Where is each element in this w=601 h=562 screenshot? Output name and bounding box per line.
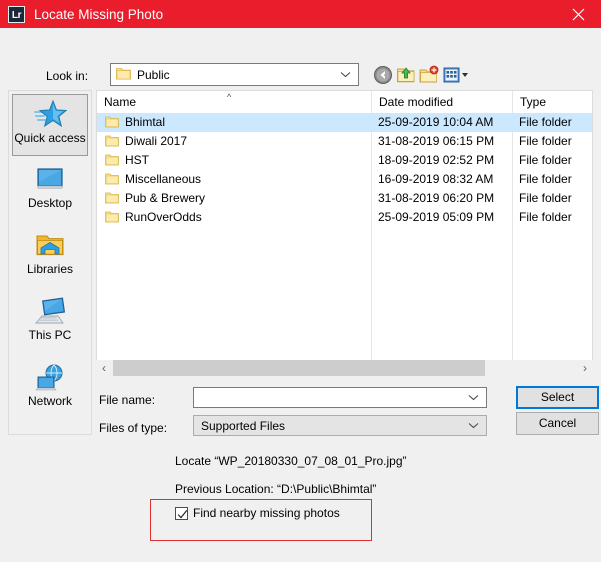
file-name-input[interactable] [193, 387, 487, 408]
look-in-value: Public [137, 67, 170, 82]
file-date: 25-09-2019 10:04 AM [378, 115, 494, 129]
find-nearby-missing-photos-label: Find nearby missing photos [193, 506, 340, 520]
file-type: File folder [519, 153, 572, 167]
sidebar-item-desktop[interactable]: Desktop [12, 160, 88, 222]
up-folder-icon [397, 67, 415, 83]
back-button[interactable] [373, 65, 393, 85]
new-folder-icon [419, 65, 439, 83]
file-name: Miscellaneous [125, 172, 202, 186]
sidebar-label: Network [27, 394, 72, 408]
computer-icon [12, 292, 88, 328]
title-bar: Lr Locate Missing Photo [0, 0, 601, 28]
horizontal-scrollbar[interactable]: ‹ › [96, 360, 593, 376]
file-name: HST [125, 153, 149, 167]
file-name-label: File name: [99, 393, 156, 407]
column-header-date-modified[interactable]: Date modified [371, 91, 512, 113]
scroll-left-arrow-icon[interactable]: ‹ [96, 360, 112, 376]
column-header-type[interactable]: Type [512, 91, 592, 113]
file-type: File folder [519, 172, 572, 186]
scroll-right-arrow-icon[interactable]: › [577, 360, 593, 376]
find-nearby-missing-photos-checkbox[interactable] [175, 506, 188, 520]
window-title: Locate Missing Photo [34, 6, 164, 22]
file-name: RunOverOdds [125, 210, 202, 224]
sidebar-item-network[interactable]: Network [12, 358, 88, 420]
close-icon [572, 8, 585, 20]
file-date: 31-08-2019 06:20 PM [378, 191, 495, 205]
locate-message: Locate “WP_20180330_07_08_01_Pro.jpg” [175, 454, 407, 468]
files-of-type-value: Supported Files [201, 418, 286, 433]
file-name: Diwali 2017 [125, 134, 188, 148]
views-icon [443, 67, 468, 83]
monitor-icon [12, 160, 88, 196]
table-row[interactable]: Diwali 2017 31-08-2019 06:15 PM File fol… [97, 132, 592, 151]
look-in-label: Look in: [46, 69, 89, 83]
file-dialog: Look in: Public Quick access Desktop Lib… [0, 28, 601, 562]
table-row[interactable]: Bhimtal 25-09-2019 10:04 AM File folder [97, 113, 592, 132]
sidebar-item-quick-access[interactable]: Quick access [12, 94, 88, 156]
files-of-type-select[interactable]: Supported Files [193, 415, 487, 436]
folder-icon [116, 67, 131, 83]
look-in-combobox[interactable]: Public [110, 63, 359, 86]
sidebar-item-this-pc[interactable]: This PC [12, 292, 88, 354]
close-button[interactable] [556, 0, 601, 28]
sidebar-label: Quick access [14, 131, 86, 145]
new-folder-button[interactable] [419, 65, 439, 85]
places-bar: Quick access Desktop Libraries This PC N… [8, 90, 92, 435]
sidebar-item-libraries[interactable]: Libraries [12, 226, 88, 288]
chevron-down-icon[interactable] [468, 416, 479, 435]
file-date: 31-08-2019 06:15 PM [378, 134, 495, 148]
previous-location-message: Previous Location: “D:\Public\Bhimtal” [175, 482, 377, 496]
file-rows: Bhimtal 25-09-2019 10:04 AM File folder … [97, 113, 592, 227]
find-nearby-missing-photos-row[interactable]: Find nearby missing photos [175, 506, 340, 520]
libraries-folder-icon [12, 226, 88, 262]
sort-ascending-icon: ^ [227, 92, 232, 102]
up-one-level-button[interactable] [396, 65, 416, 85]
file-list[interactable]: Name ^ Date modified Type Bhimtal 25-09-… [96, 90, 593, 376]
views-button[interactable] [443, 65, 473, 85]
table-row[interactable]: RunOverOdds 25-09-2019 05:09 PM File fol… [97, 208, 592, 227]
file-date: 25-09-2019 05:09 PM [378, 210, 495, 224]
file-name: Bhimtal [125, 115, 166, 129]
table-row[interactable]: HST 18-09-2019 02:52 PM File folder [97, 151, 592, 170]
sidebar-label: Libraries [26, 262, 74, 276]
cancel-button[interactable]: Cancel [516, 412, 599, 435]
star-icon [13, 95, 87, 131]
table-row[interactable]: Miscellaneous 16-09-2019 08:32 AM File f… [97, 170, 592, 189]
chevron-down-icon [340, 64, 351, 85]
sidebar-label: This PC [28, 328, 72, 342]
column-header-name[interactable]: Name [97, 91, 371, 113]
chevron-down-icon[interactable] [468, 388, 479, 407]
sidebar-label: Desktop [27, 196, 73, 210]
network-globe-icon [12, 358, 88, 394]
select-button[interactable]: Select [516, 386, 599, 409]
scrollbar-thumb[interactable] [113, 360, 485, 376]
back-icon [374, 66, 392, 84]
checkmark-icon [177, 509, 188, 518]
file-type: File folder [519, 191, 572, 205]
file-type: File folder [519, 115, 572, 129]
table-row[interactable]: Pub & Brewery 31-08-2019 06:20 PM File f… [97, 189, 592, 208]
file-date: 16-09-2019 08:32 AM [378, 172, 494, 186]
file-type: File folder [519, 210, 572, 224]
file-date: 18-09-2019 02:52 PM [378, 153, 495, 167]
files-of-type-label: Files of type: [99, 421, 168, 435]
file-type: File folder [519, 134, 572, 148]
file-name: Pub & Brewery [125, 191, 206, 205]
lightroom-logo-icon: Lr [8, 5, 25, 23]
column-header-row: Name ^ Date modified Type [97, 91, 592, 114]
